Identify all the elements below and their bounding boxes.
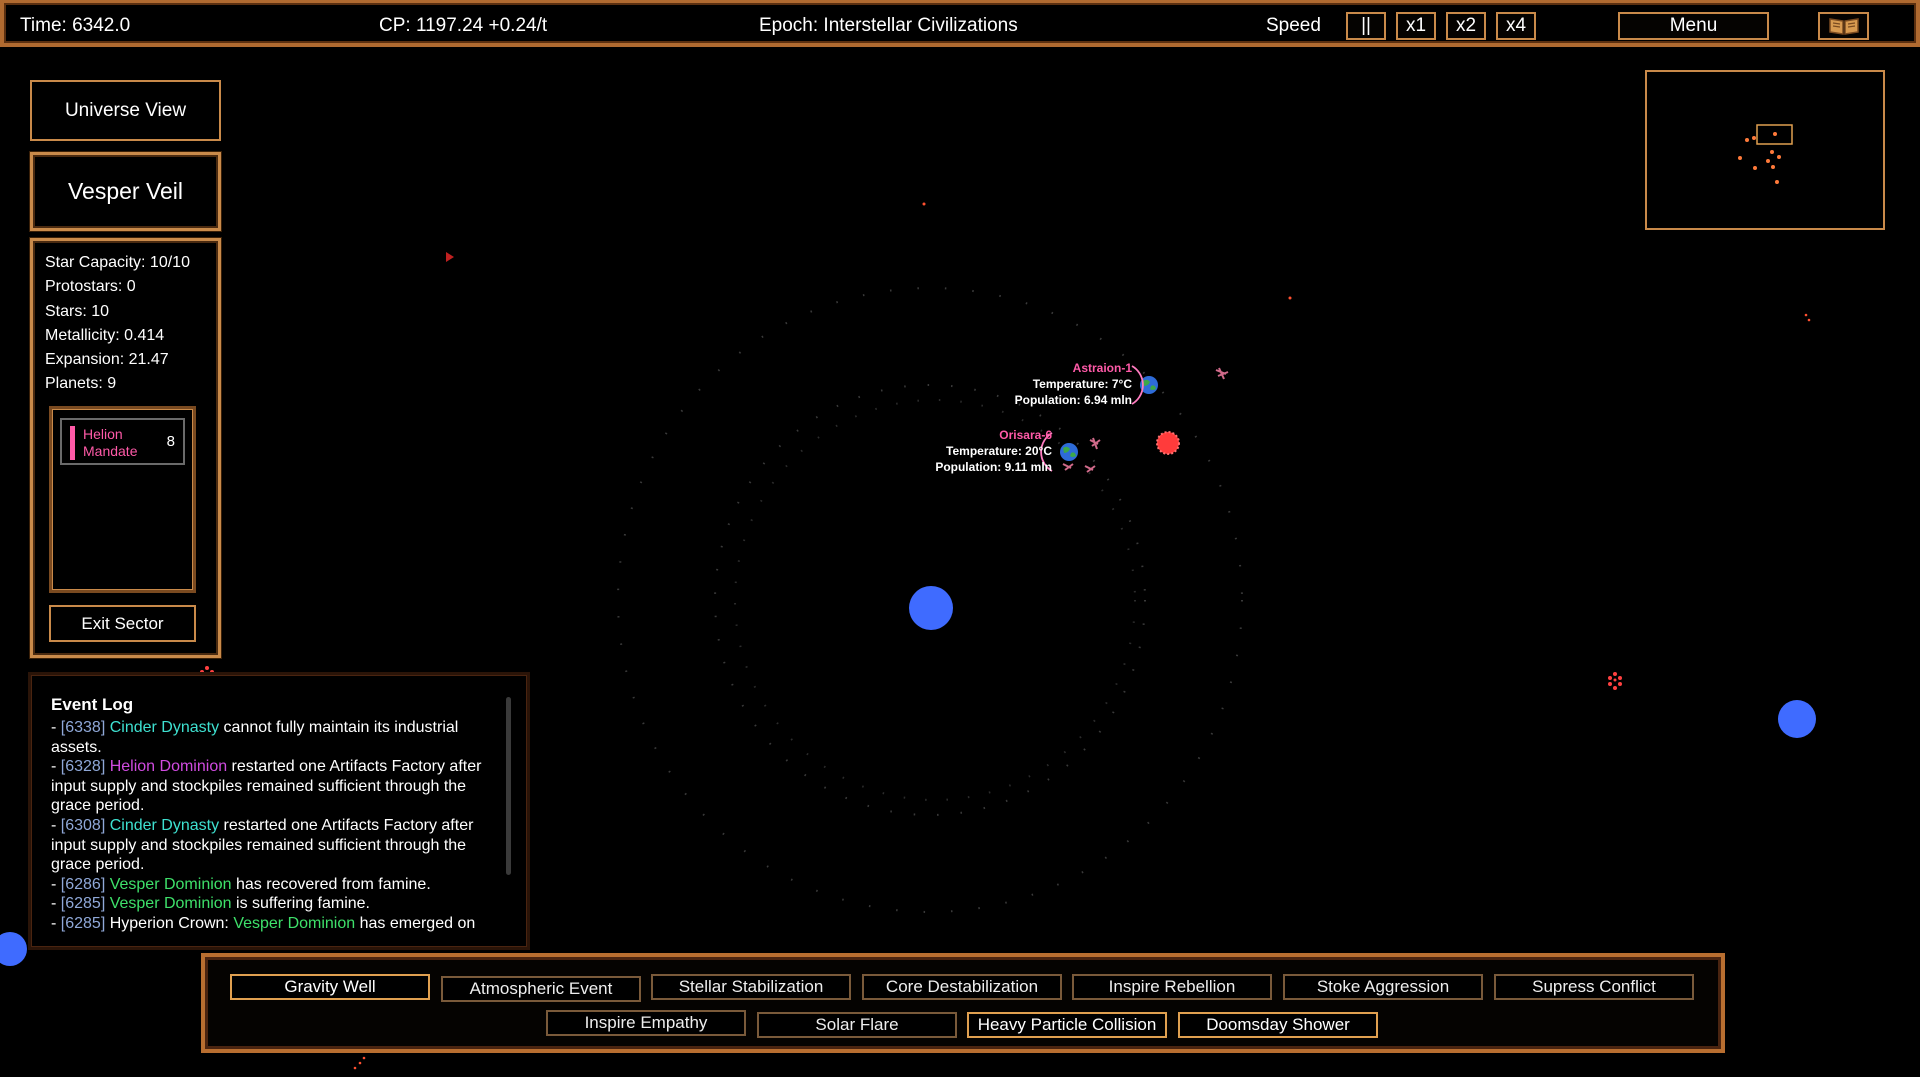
event-log-entry: - [6338] Cinder Dynasty cannot fully mai… <box>51 718 509 757</box>
action-solar-flare[interactable]: Solar Flare <box>757 1012 957 1038</box>
action-gravity-well[interactable]: Gravity Well <box>230 974 430 1000</box>
event-log-entry: - [6308] Cinder Dynasty restarted one Ar… <box>51 816 509 875</box>
action-atmospheric-event[interactable]: Atmospheric Event <box>441 976 641 1002</box>
log-timestamp: [6285] <box>60 895 106 913</box>
log-bullet: - <box>51 816 61 834</box>
log-timestamp: [6308] <box>60 816 106 834</box>
action-doomsday-shower[interactable]: Doomsday Shower <box>1178 1012 1378 1038</box>
event-log[interactable]: Event Log - [6338] Cinder Dynasty cannot… <box>28 672 530 950</box>
faction-name: Helion <box>83 426 123 442</box>
faction-list: Helion Mandate 8 <box>49 406 196 593</box>
log-bullet: - <box>51 914 61 932</box>
exit-sector-button[interactable]: Exit Sector <box>49 605 196 642</box>
log-faction: Cinder Dynasty <box>109 816 220 834</box>
faction-count: 8 <box>166 433 175 450</box>
log-text: has recovered from famine. <box>231 875 431 893</box>
red-star <box>1156 431 1180 455</box>
log-timestamp: [6338] <box>60 719 106 736</box>
action-stoke-aggression[interactable]: Stoke Aggression <box>1283 974 1483 1000</box>
event-log-entry: - [6286] Vesper Dominion has recovered f… <box>51 875 509 895</box>
stat-expansion: Expansion: 21.47 <box>45 351 169 369</box>
faction-color-bar <box>70 426 75 460</box>
action-supress-conflict[interactable]: Supress Conflict <box>1494 974 1694 1000</box>
action-bar: Gravity Well Atmospheric Event Stellar S… <box>201 953 1725 1053</box>
event-log-entry: - [6285] Vesper Dominion is suffering fa… <box>51 894 509 914</box>
action-core-destabilization[interactable]: Core Destabilization <box>862 974 1062 1000</box>
log-faction: Helion Dominion <box>109 758 228 776</box>
action-inspire-rebellion[interactable]: Inspire Rebellion <box>1072 974 1272 1000</box>
minimap[interactable] <box>1645 70 1885 230</box>
action-stellar-stabilization[interactable]: Stellar Stabilization <box>651 974 851 1000</box>
red-arrow-marker <box>446 252 454 262</box>
log-faction: Vesper Dominion <box>233 914 356 932</box>
universe-view-label: Universe View <box>64 99 187 121</box>
event-log-entry: - [6285] Hyperion Crown: Vesper Dominion… <box>51 914 509 934</box>
action-inspire-empathy[interactable]: Inspire Empathy <box>546 1010 746 1036</box>
blue-star <box>909 586 953 630</box>
stat-metallicity: Metallicity: 0.414 <box>45 326 165 344</box>
log-bullet: - <box>51 895 61 913</box>
red-dust-cluster <box>1608 672 1622 690</box>
log-timestamp: [6328] <box>60 758 106 776</box>
event-log-entry: - [6328] Helion Dominion restarted one A… <box>51 757 509 816</box>
planet-temperature: Temperature: 20°C <box>946 444 1052 458</box>
faction-item[interactable]: Helion Mandate 8 <box>60 418 185 465</box>
log-bullet: - <box>51 719 61 736</box>
stat-stars: Stars: 10 <box>45 302 110 320</box>
planet-name-label[interactable]: Orisara-6 <box>930 428 1052 442</box>
blue-star <box>0 932 27 966</box>
log-timestamp: [6285] <box>60 914 106 932</box>
universe-view-button[interactable]: Universe View <box>30 80 221 141</box>
planet-name-label[interactable]: Astraion-1 <box>1010 361 1132 375</box>
exit-sector-label: Exit Sector <box>81 613 164 633</box>
log-timestamp: [6286] <box>60 875 106 893</box>
planet-population: Population: 9.11 mln <box>935 460 1052 474</box>
action-heavy-particle-collision[interactable]: Heavy Particle Collision <box>967 1012 1167 1038</box>
log-bullet: - <box>51 758 61 776</box>
sector-title-panel: Vesper Veil <box>30 152 221 231</box>
log-faction: Vesper Dominion <box>109 875 232 893</box>
log-faction: Vesper Dominion <box>109 895 232 913</box>
log-text: is suffering famine. <box>231 895 370 913</box>
planet-astraion <box>1131 365 1158 405</box>
planet-temperature: Temperature: 7°C <box>1032 377 1132 391</box>
minimap-canvas <box>1738 124 1793 184</box>
log-bullet: - <box>51 875 61 893</box>
log-faction: Cinder Dynasty <box>109 719 220 736</box>
log-text: has emerged on <box>355 914 476 932</box>
stat-planets: Planets: 9 <box>45 375 117 393</box>
event-log-scrollbar[interactable] <box>506 697 511 875</box>
blue-star <box>1778 700 1816 738</box>
stat-star-capacity: Star Capacity: 10/10 <box>45 254 190 271</box>
log-text: Hyperion Crown: <box>105 914 234 932</box>
stat-protostars: Protostars: 0 <box>45 278 136 296</box>
faction-name: Mandate <box>83 443 138 459</box>
sector-name: Vesper Veil <box>67 178 184 204</box>
planet-population: Population: 6.94 mln <box>1014 393 1132 407</box>
sector-stats-panel: Star Capacity: 10/10 Protostars: 0 Stars… <box>30 238 221 658</box>
event-log-title: Event Log <box>51 695 134 714</box>
